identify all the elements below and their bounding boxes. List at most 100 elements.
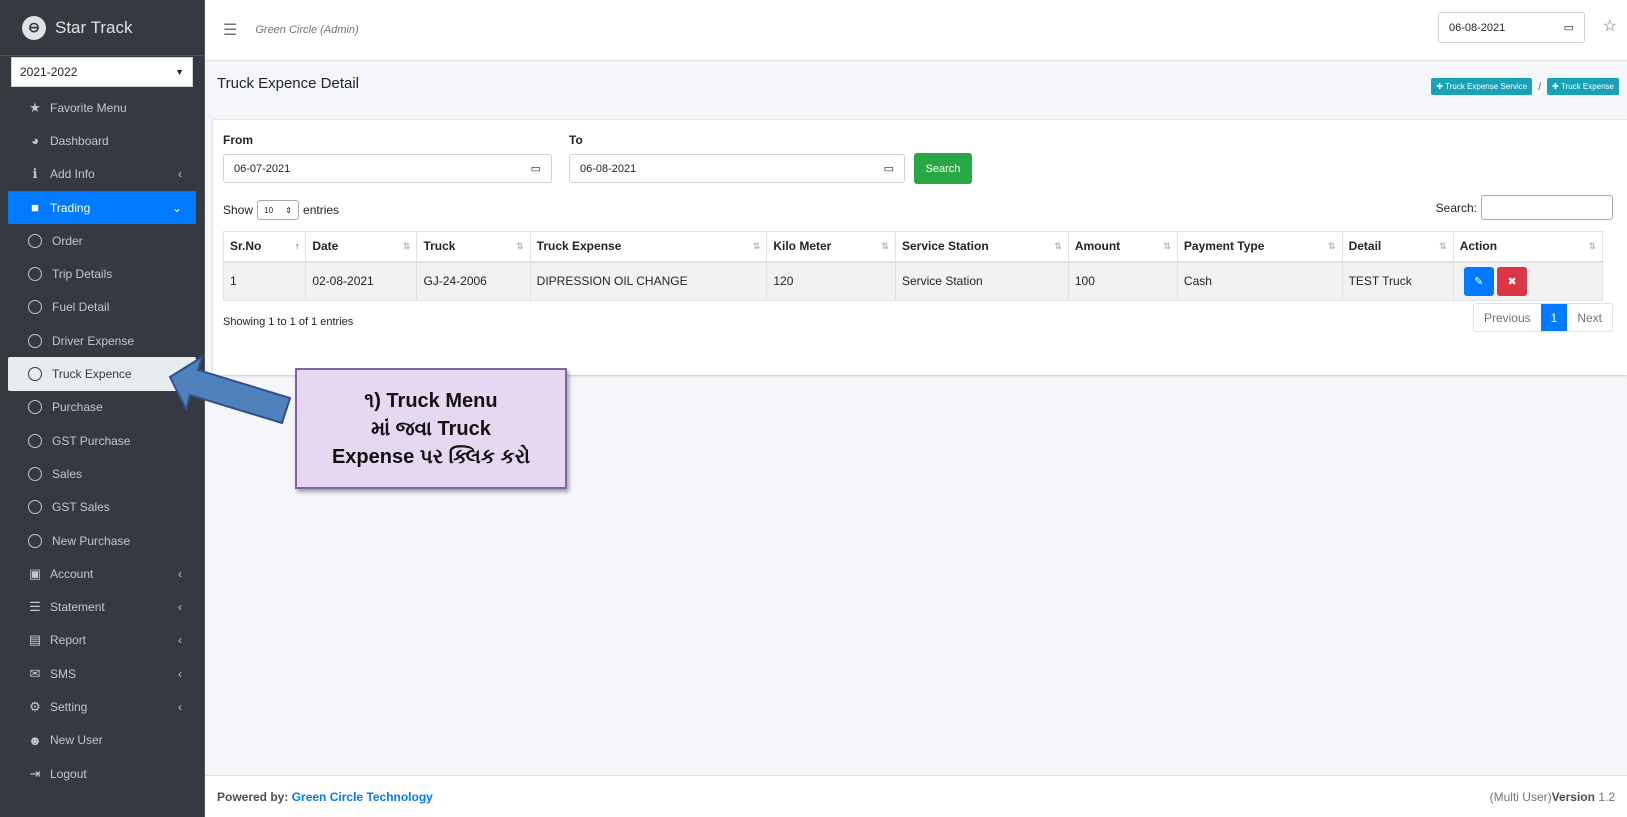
column-header-label: Service Station <box>901 239 989 254</box>
chevron-left-icon: ‹ <box>178 600 182 615</box>
column-header[interactable]: Kilo Meter ⇅ <box>766 231 896 263</box>
column-header[interactable]: Amount ⇅ <box>1067 231 1178 263</box>
table-cell: 02-08-2021 <box>305 261 418 301</box>
column-header-label: Action <box>1459 239 1498 254</box>
sidebar-item-trading[interactable]: ■ Trading ⌄ <box>8 190 196 225</box>
brand[interactable]: ⊖ Star Track <box>0 0 204 56</box>
table-search-input[interactable] <box>1481 195 1613 220</box>
sort-icon[interactable]: ⇅ <box>881 241 889 252</box>
sidebar-item-label: Dashboard <box>50 133 109 148</box>
sort-icon[interactable]: ⇅ <box>1439 241 1447 252</box>
from-date-input[interactable]: 06-07-2021 ▭ <box>223 154 552 183</box>
version-info: (Multi User)Version 1.2 <box>1490 790 1615 804</box>
version-label: Version <box>1551 789 1595 804</box>
sidebar-item-label: Purchase <box>52 400 103 415</box>
sidebar-item-setting[interactable]: ⚙ Setting ‹ <box>8 690 196 723</box>
column-header[interactable]: Action ⇅ <box>1452 231 1604 263</box>
sort-icon[interactable]: ⇅ <box>1163 241 1171 252</box>
circle-icon <box>28 400 42 415</box>
truck-expense-button[interactable]: ✚ Truck Expense <box>1547 78 1619 95</box>
sidebar-item-label: Trading <box>50 200 91 215</box>
calendar-icon[interactable]: ▭ <box>531 162 541 175</box>
from-date-value: 06-07-2021 <box>234 162 291 175</box>
column-header[interactable]: Truck ⇅ <box>416 231 531 263</box>
table-cell: TEST Truck <box>1341 261 1454 301</box>
sidebar-item-label: New Purchase <box>52 533 131 548</box>
info-icon: ℹ <box>32 166 38 182</box>
previous-page-button[interactable]: Previous <box>1474 304 1541 331</box>
truck-expense-service-label: Truck Expense Service <box>1445 82 1528 91</box>
entries-select[interactable]: 10 ⇕ <box>257 200 300 220</box>
sidebar-item-gst-sales[interactable]: GST Sales <box>8 491 196 524</box>
powered-by-link[interactable]: Green Circle Technology <box>292 790 433 804</box>
sort-icon[interactable]: ⇅ <box>1054 241 1062 252</box>
sort-icon[interactable]: ⇅ <box>1588 241 1596 252</box>
column-header[interactable]: Payment Type ⇅ <box>1176 231 1343 263</box>
list-icon: ☰ <box>29 599 41 615</box>
sidebar-item-label: Setting <box>50 699 88 714</box>
sort-icon[interactable]: ⇅ <box>753 241 761 252</box>
sidebar-item-label: Favorite Menu <box>50 100 127 115</box>
edit-button[interactable]: ✎ <box>1463 266 1494 296</box>
pagination: Previous 1 Next <box>1472 303 1613 332</box>
sidebar-item-account[interactable]: ▣ Account ‹ <box>8 557 196 590</box>
sidebar-item-dashboard[interactable]: ◕ Dashboard <box>8 124 196 157</box>
sidebar-item-logout[interactable]: ⇥ Logout <box>8 757 196 790</box>
column-header[interactable]: Date ⇅ <box>305 231 418 263</box>
column-header-label: Truck <box>423 239 456 254</box>
close-icon: ✖ <box>1507 275 1517 288</box>
truck-expense-service-button[interactable]: ✚ Truck Expense Service <box>1431 78 1533 95</box>
chevron-left-icon: ‹ <box>178 566 182 581</box>
sidebar-item-order[interactable]: Order <box>8 224 196 257</box>
expense-table: Sr.No ↑ Date ⇅ Truck ⇅ Truck Expense ⇅ Kilo Mete… <box>222 231 1604 301</box>
show-label: Show <box>223 203 254 217</box>
sidebar-item-driver-expense[interactable]: Driver Expense <box>8 324 196 357</box>
sidebar-item-add-info[interactable]: ℹ Add Info ‹ <box>8 158 196 191</box>
circle-icon <box>28 333 42 348</box>
circle-icon <box>28 367 42 382</box>
column-header[interactable]: Service Station ⇅ <box>894 231 1069 263</box>
sidebar-item-fuel-detail[interactable]: Fuel Detail <box>8 291 196 324</box>
sort-icon[interactable]: ⇅ <box>516 241 524 252</box>
next-page-button[interactable]: Next <box>1567 304 1612 331</box>
sidebar-item-sales[interactable]: Sales <box>8 457 196 490</box>
page-1-button[interactable]: 1 <box>1540 304 1568 331</box>
column-header[interactable]: Truck Expense ⇅ <box>529 231 768 263</box>
sidebar-item-favorite-menu[interactable]: ★ Favorite Menu <box>8 91 196 124</box>
sidebar-item-report[interactable]: ▤ Report ‹ <box>8 624 196 657</box>
hamburger-menu-icon[interactable]: ☰ <box>223 20 237 40</box>
calendar-icon[interactable]: ▭ <box>1564 21 1574 34</box>
year-select[interactable]: 2021-2022 ▼ <box>11 57 193 87</box>
header-date-input[interactable]: 06-08-2021 ▭ <box>1438 12 1585 43</box>
sidebar-item-label: Trip Details <box>52 267 113 282</box>
envelope-icon: ✉ <box>29 665 41 681</box>
sidebar-item-sms[interactable]: ✉ SMS ‹ <box>8 657 196 690</box>
sidebar-item-label: Statement <box>50 600 105 615</box>
sidebar-item-new-user[interactable]: ☻ New User <box>8 724 196 757</box>
calendar-icon[interactable]: ▭ <box>884 162 894 175</box>
sidebar-item-gst-purchase[interactable]: GST Purchase <box>8 424 196 457</box>
dashboard-icon: ◕ <box>31 133 39 149</box>
sort-icon[interactable]: ↑ <box>295 241 300 251</box>
select-arrows-icon: ⇕ <box>285 205 292 215</box>
sidebar-item-trip-details[interactable]: Trip Details <box>8 257 196 290</box>
brand-logo-icon: ⊖ <box>22 15 46 40</box>
table-header-row: Sr.No ↑ Date ⇅ Truck ⇅ Truck Expense ⇅ Kilo Mete… <box>222 231 1604 263</box>
circle-icon <box>28 300 42 315</box>
column-header[interactable]: Sr.No ↑ <box>222 231 307 263</box>
delete-button[interactable]: ✖ <box>1497 266 1528 296</box>
column-header-label: Payment Type <box>1183 239 1265 254</box>
sidebar-item-label: Add Info <box>50 167 95 182</box>
sort-icon[interactable]: ⇅ <box>1328 241 1336 252</box>
user-icon: ☻ <box>28 732 42 748</box>
year-select-value: 2021-2022 <box>20 65 78 79</box>
sidebar-item-statement[interactable]: ☰ Statement ‹ <box>8 590 196 623</box>
sidebar-item-new-purchase[interactable]: New Purchase <box>8 524 196 557</box>
to-date-input[interactable]: 06-08-2021 ▭ <box>569 154 905 183</box>
favorite-star-icon[interactable]: ☆ <box>1603 16 1617 36</box>
brand-name: Star Track <box>55 17 133 37</box>
sort-icon[interactable]: ⇅ <box>403 241 411 252</box>
search-button[interactable]: Search <box>914 153 972 184</box>
table-cell: GJ-24-2006 <box>416 261 531 301</box>
column-header[interactable]: Detail ⇅ <box>1341 231 1454 263</box>
